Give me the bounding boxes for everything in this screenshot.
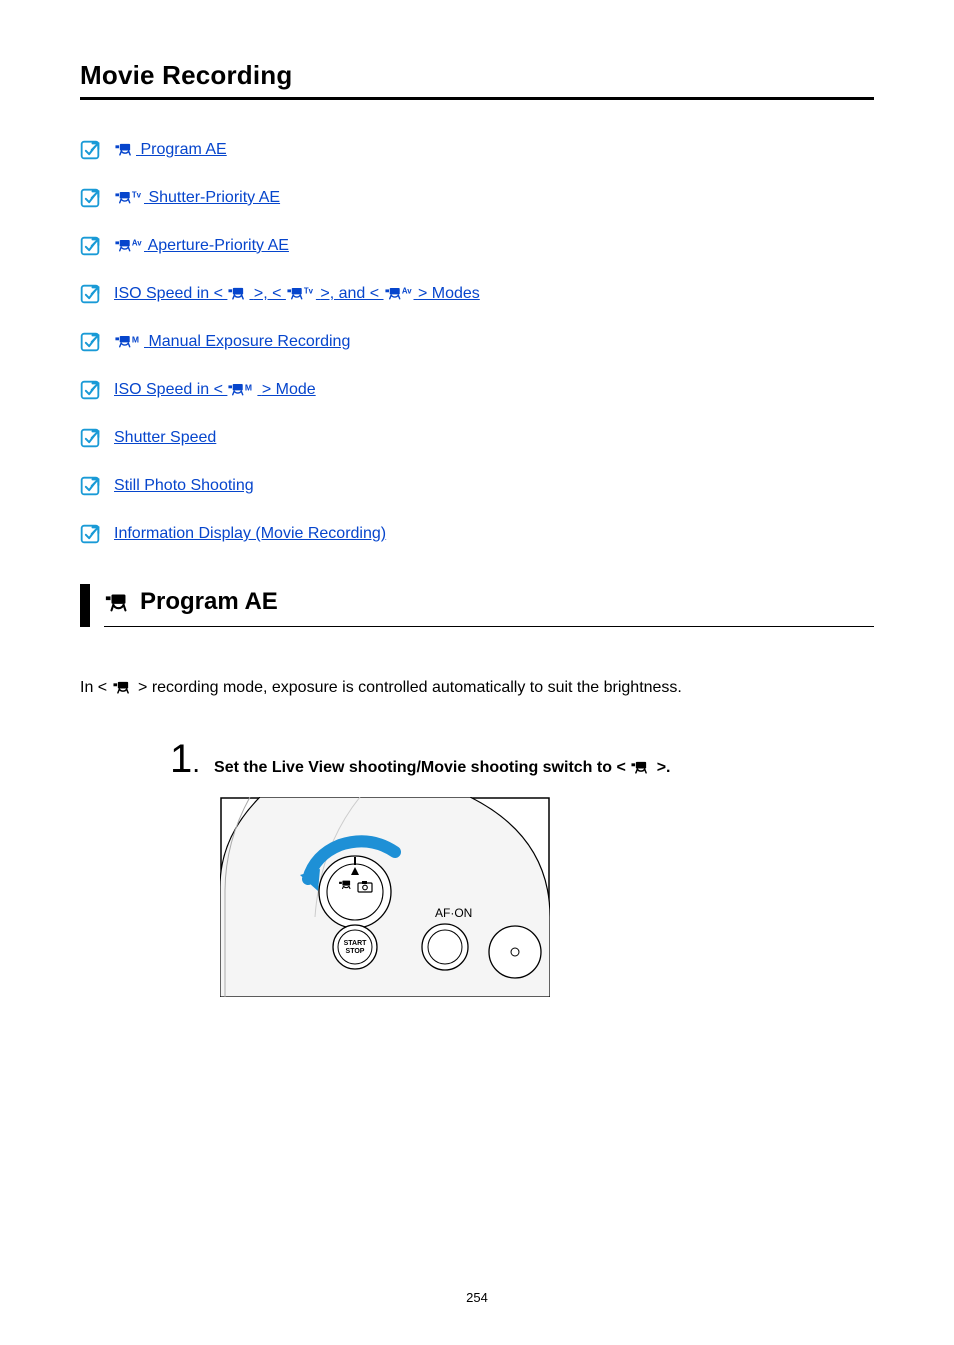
toc-item-iso-speed-modes[interactable]: ISO Speed in < >, < Tv >, and < Av > Mod… [80,284,874,304]
movie-mode-icon [114,141,136,157]
toc-item-info-display[interactable]: Information Display (Movie Recording) [80,524,874,544]
toc-link-label: Program AE [114,141,227,159]
svg-text:Tv: Tv [132,191,142,200]
step-instruction: Set the Live View shooting/Movie shootin… [214,759,670,777]
toc-link-label: ISO Speed in < M > Mode [114,381,316,399]
toc-link-label: Still Photo Shooting [114,477,254,495]
link-out-icon [80,524,100,544]
toc-link-label: M Manual Exposure Recording [114,333,350,351]
movie-av-mode-icon: Av [384,285,414,301]
toc-label-text: Program AE [140,141,226,158]
step-1: 1. Set the Live View shooting/Movie shoo… [80,739,874,1002]
toc-link-label: Av Aperture-Priority AE [114,237,289,255]
toc-link-label: Information Display (Movie Recording) [114,525,386,543]
link-out-icon [80,140,100,160]
intro-part-b: > recording mode, exposure is controlled… [138,679,682,696]
toc-link-label: Tv Shutter-Priority AE [114,189,280,207]
part-d: > Modes [418,285,480,302]
section-underline [104,626,874,627]
toc-item-iso-speed-m[interactable]: ISO Speed in < M > Mode [80,380,874,400]
start-label: START [344,940,368,947]
svg-text:Tv: Tv [304,287,314,296]
link-out-icon [80,428,100,448]
toc-item-still-photo[interactable]: Still Photo Shooting [80,476,874,496]
section-title-text: Program AE [140,588,278,616]
svg-text:M: M [245,382,252,392]
section-bar [80,584,90,627]
table-of-contents: Program AE Tv Shutter-Priority AE Av [80,140,874,544]
svg-text:Av: Av [132,239,142,248]
toc-item-shutter-priority[interactable]: Tv Shutter-Priority AE [80,188,874,208]
intro-part-a: In < [80,679,112,696]
movie-mode-icon [112,679,134,695]
movie-mode-icon [630,759,652,775]
movie-m-mode-icon: M [227,381,257,397]
movie-tv-mode-icon: Tv [114,189,144,205]
part-c: >, and < [320,285,383,302]
svg-text:Av: Av [401,287,411,296]
part-a: ISO Speed in < [114,285,227,302]
afon-label: AF·ON [435,906,472,920]
page-number: 254 [0,1290,954,1305]
page-title: Movie Recording [80,60,874,91]
stop-label: STOP [346,948,365,955]
page-root: Movie Recording Program AE Tv [0,0,954,1345]
toc-label-text: Shutter-Priority AE [148,189,280,206]
movie-m-mode-icon: M [114,333,144,349]
section-title: Program AE [104,584,874,624]
section-program-ae: Program AE [80,584,874,627]
title-underline [80,97,874,100]
movie-tv-mode-icon: Tv [286,285,316,301]
link-out-icon [80,476,100,496]
intro-paragraph: In < > recording mode, exposure is contr… [80,677,874,699]
link-out-icon [80,380,100,400]
part-b: >, < [254,285,286,302]
link-out-icon [80,284,100,304]
toc-link-label: Shutter Speed [114,429,216,447]
camera-switch-figure: START STOP AF·ON [220,797,874,1002]
link-out-icon [80,332,100,352]
movie-mode-icon [227,285,249,301]
link-out-icon [80,236,100,256]
part-b: > Mode [262,381,316,398]
movie-mode-icon [104,591,132,613]
toc-item-shutter-speed[interactable]: Shutter Speed [80,428,874,448]
toc-item-aperture-priority[interactable]: Av Aperture-Priority AE [80,236,874,256]
movie-av-mode-icon: Av [114,237,144,253]
toc-item-manual-exposure[interactable]: M Manual Exposure Recording [80,332,874,352]
toc-item-program-ae[interactable]: Program AE [80,140,874,160]
toc-label-text: Aperture-Priority AE [148,237,289,254]
svg-text:M: M [132,334,139,344]
step-number: 1. [170,739,200,779]
toc-link-label: ISO Speed in < >, < Tv >, and < Av > Mod… [114,285,480,303]
part-a: ISO Speed in < [114,381,227,398]
toc-label-text: Manual Exposure Recording [148,333,350,350]
link-out-icon [80,188,100,208]
